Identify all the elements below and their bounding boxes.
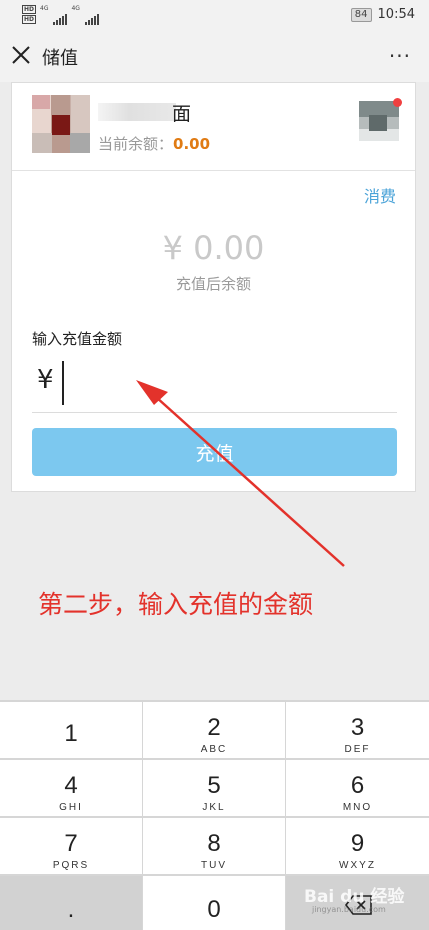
amount-input[interactable] — [62, 361, 382, 405]
key-letters: GHI — [59, 802, 83, 813]
key-digit: 6 — [350, 772, 365, 799]
consume-link[interactable]: 消费 — [364, 183, 396, 207]
key-digit: 2 — [207, 714, 221, 741]
key-4[interactable]: 4 GHI — [0, 760, 142, 816]
key-9[interactable]: 9 WXYZ — [286, 818, 429, 874]
key-letters: TUV — [201, 860, 227, 871]
key-digit: 0 — [207, 896, 221, 923]
page-title: 储值 — [42, 48, 78, 69]
more-icon[interactable]: ··· — [389, 44, 411, 68]
nav-bar: 储值 ··· — [0, 30, 429, 82]
currency-symbol: ¥ — [37, 365, 54, 395]
key-letters: JKL — [202, 802, 226, 813]
store-header: 面 当前余额：0.00 — [12, 83, 415, 171]
amount-input-row: ¥ — [32, 355, 397, 413]
after-balance-label: 充值后余额 — [175, 275, 251, 293]
balance-value: 0.00 — [173, 135, 211, 153]
key-7[interactable]: 7 PQRS — [0, 818, 142, 874]
key-2[interactable]: 2 ABC — [143, 702, 285, 758]
key-0[interactable]: 0 — [143, 876, 285, 930]
network-type: 4G — [40, 5, 49, 12]
key-dot[interactable]: . — [0, 876, 142, 930]
key-letters: ABC — [200, 744, 228, 755]
key-digit: 1 — [64, 719, 78, 747]
clock: 10:54 — [377, 7, 415, 22]
recharge-card: 面 当前余额：0.00 消费 ¥ 0.00 充值后余额 输入充值金额 ¥ 充值 — [11, 82, 416, 492]
store-thumbnail[interactable] — [359, 101, 399, 141]
key-digit: 7 — [64, 830, 78, 857]
store-name: 面 — [172, 103, 192, 125]
hd-badges: HD HD — [22, 5, 37, 25]
recharge-button[interactable]: 充值 — [32, 428, 397, 476]
key-3[interactable]: 3 DEF — [286, 702, 429, 758]
annotation-text: 第二步，输入充值的金额 — [38, 590, 314, 619]
key-letters: WXYZ — [339, 860, 376, 871]
signal-icon — [84, 13, 99, 25]
signal-icon — [53, 13, 68, 25]
close-icon[interactable] — [10, 44, 32, 66]
baidu-watermark: Bai du 经验 — [304, 887, 405, 907]
store-name-blurred — [98, 103, 176, 121]
key-letters: PQRS — [52, 860, 90, 871]
key-digit: 4 — [64, 772, 78, 799]
status-bar: HD HD 4G 4G 84 10:54 — [0, 0, 429, 30]
network-type: 4G — [71, 5, 80, 12]
key-digit: 9 — [350, 830, 365, 857]
key-1[interactable]: 1 — [0, 702, 142, 758]
key-letters: MNO — [342, 802, 373, 813]
hd-badge: HD — [22, 5, 37, 14]
current-balance: 当前余额：0.00 — [98, 133, 210, 154]
after-balance-amount: ¥ 0.00 — [162, 229, 265, 267]
baidu-watermark-url: jingyan.baidu.com — [312, 905, 386, 914]
key-5[interactable]: 5 JKL — [143, 760, 285, 816]
key-digit: 8 — [207, 830, 221, 857]
key-6[interactable]: 6 MNO — [286, 760, 429, 816]
notification-dot — [393, 98, 402, 107]
balance-label: 当前余额： — [98, 135, 174, 153]
hd-badge: HD — [22, 15, 37, 24]
key-8[interactable]: 8 TUV — [143, 818, 285, 874]
battery-icon: 84 — [350, 7, 372, 22]
store-avatar — [32, 95, 90, 153]
status-right: 84 10:54 — [350, 7, 415, 22]
key-digit: . — [67, 896, 75, 923]
key-digit: 5 — [207, 772, 221, 799]
amount-input-label: 输入充值金额 — [32, 330, 123, 348]
status-left: HD HD 4G 4G — [22, 5, 99, 25]
key-letters: DEF — [344, 744, 371, 755]
key-digit: 3 — [350, 714, 365, 741]
